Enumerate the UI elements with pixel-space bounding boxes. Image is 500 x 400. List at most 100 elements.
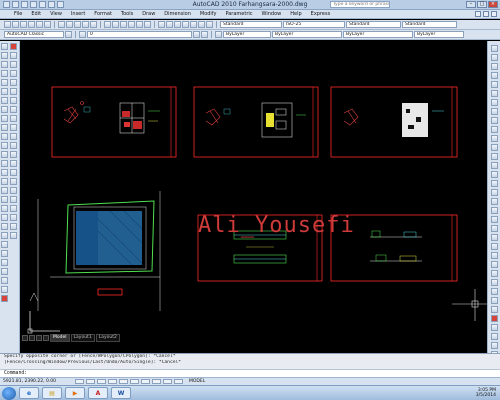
dim-radius-icon[interactable] [491, 117, 498, 124]
polyline-icon[interactable] [1, 61, 8, 68]
hatch-icon[interactable] [1, 169, 8, 176]
sheet-plan-2[interactable] [193, 86, 319, 158]
move-icon[interactable] [10, 88, 17, 95]
ucs-icon[interactable] [491, 270, 498, 277]
ucs-object-icon[interactable] [491, 306, 498, 313]
stretch-icon[interactable] [10, 115, 17, 122]
hatch-edit-icon[interactable] [10, 223, 17, 230]
explode-icon[interactable] [10, 187, 17, 194]
sheet-set-icon[interactable] [182, 21, 189, 28]
menu-tools[interactable]: Tools [121, 11, 133, 17]
ucs-origin-icon[interactable] [491, 324, 498, 331]
markup-icon[interactable] [190, 21, 197, 28]
system-clock[interactable]: 3:05 PM 3/5/2014 [476, 388, 496, 398]
print-icon[interactable] [28, 21, 35, 28]
inspection-icon[interactable] [491, 216, 498, 223]
area-icon[interactable] [491, 54, 498, 61]
tolerance-icon[interactable] [491, 198, 498, 205]
dim-edit-icon[interactable] [491, 234, 498, 241]
tab-layout2[interactable]: Layout2 [95, 334, 120, 342]
file-explorer-icon[interactable]: ▤ [42, 387, 62, 399]
polygon-icon[interactable] [1, 70, 8, 77]
dim-linear-icon[interactable] [491, 81, 498, 88]
autocad-app-icon[interactable]: A [88, 387, 108, 399]
sheet-plan-1[interactable] [51, 86, 177, 158]
circle-icon[interactable] [1, 97, 8, 104]
make-current-icon[interactable] [193, 31, 200, 38]
lwt-toggle[interactable] [163, 379, 172, 384]
table-style-select[interactable]: Standard [346, 21, 401, 28]
menu-modify[interactable]: Modify [200, 11, 217, 17]
fillet-icon[interactable] [10, 178, 17, 185]
qnew-icon[interactable] [4, 21, 11, 28]
cut-icon[interactable] [58, 21, 65, 28]
menu-draw[interactable]: Draw [142, 11, 155, 17]
block-editor-icon[interactable] [90, 21, 97, 28]
extend-icon[interactable] [10, 133, 17, 140]
color-swatch-icon[interactable] [215, 31, 222, 38]
doc-minimize-button[interactable] [475, 11, 481, 17]
layer-previous-icon[interactable] [201, 31, 208, 38]
copy-icon[interactable] [66, 21, 73, 28]
dim-text-edit-icon[interactable] [491, 243, 498, 250]
calculator-icon[interactable] [198, 21, 205, 28]
grid-toggle[interactable] [86, 379, 95, 384]
snap-toggle[interactable] [75, 379, 84, 384]
workspace-select[interactable]: AutoCAD Classic [4, 31, 64, 38]
linetype-control-select[interactable]: ByLayer [272, 31, 342, 38]
menu-dimension[interactable]: Dimension [164, 11, 191, 17]
dim-baseline-icon[interactable] [491, 162, 498, 169]
divide-icon[interactable] [1, 259, 8, 266]
jogged-linear-icon[interactable] [491, 225, 498, 232]
dim-style-icon[interactable] [491, 261, 498, 268]
site-plan[interactable] [29, 191, 161, 311]
ortho-toggle[interactable] [97, 379, 106, 384]
erase-icon[interactable] [10, 43, 17, 50]
internet-explorer-icon[interactable]: e [19, 387, 39, 399]
tool-palettes-icon[interactable] [174, 21, 181, 28]
dim-continue-icon[interactable] [491, 171, 498, 178]
maximize-button[interactable]: □ [477, 1, 487, 8]
menu-window[interactable]: Window [262, 11, 282, 17]
ucs-view-icon[interactable] [491, 315, 498, 322]
menu-help[interactable]: Help [290, 11, 301, 17]
open-file-icon[interactable] [12, 21, 19, 28]
qp-toggle[interactable] [174, 379, 183, 384]
arc-icon[interactable] [1, 88, 8, 95]
doc-restore-button[interactable] [483, 11, 489, 17]
search-input[interactable]: Type a keyword or phrase [330, 1, 390, 8]
redo-tool-icon[interactable] [112, 21, 119, 28]
command-input[interactable]: Command: [0, 369, 500, 377]
tab-last-arrow-icon[interactable] [43, 335, 49, 341]
multiline-text-icon[interactable] [1, 205, 8, 212]
menu-format[interactable]: Format [94, 11, 112, 17]
spline-icon[interactable] [1, 115, 8, 122]
tab-prev-arrow-icon[interactable] [29, 335, 35, 341]
mirror-icon[interactable] [10, 61, 17, 68]
boundary-icon[interactable] [1, 250, 8, 257]
multileader-style-select[interactable]: Standard [402, 21, 457, 28]
wipeout-icon[interactable] [1, 223, 8, 230]
helix-icon[interactable] [1, 277, 8, 284]
dim-jogged-icon[interactable] [491, 126, 498, 133]
model-space-label[interactable]: MODEL [189, 379, 205, 384]
ellipse-arc-icon[interactable] [1, 133, 8, 140]
donut-icon[interactable] [1, 232, 8, 239]
menu-parametric[interactable]: Parametric [225, 11, 252, 17]
break-icon[interactable] [10, 151, 17, 158]
tab-first-arrow-icon[interactable] [22, 335, 28, 341]
ucs-world-icon[interactable] [491, 279, 498, 286]
text-edit-icon[interactable] [10, 232, 17, 239]
start-button[interactable] [2, 386, 16, 400]
ucs-3point-icon[interactable] [491, 342, 498, 349]
pedit-icon[interactable] [10, 214, 17, 221]
center-mark-icon[interactable] [491, 207, 498, 214]
publish-icon[interactable] [44, 21, 51, 28]
dim-space-icon[interactable] [491, 180, 498, 187]
dim-update-icon[interactable] [491, 252, 498, 259]
erase-draw-icon[interactable] [1, 295, 8, 302]
preview-icon[interactable] [36, 21, 43, 28]
dim-break-icon[interactable] [491, 189, 498, 196]
ucs-face-icon[interactable] [491, 297, 498, 304]
workspace-settings-icon[interactable] [65, 31, 72, 38]
